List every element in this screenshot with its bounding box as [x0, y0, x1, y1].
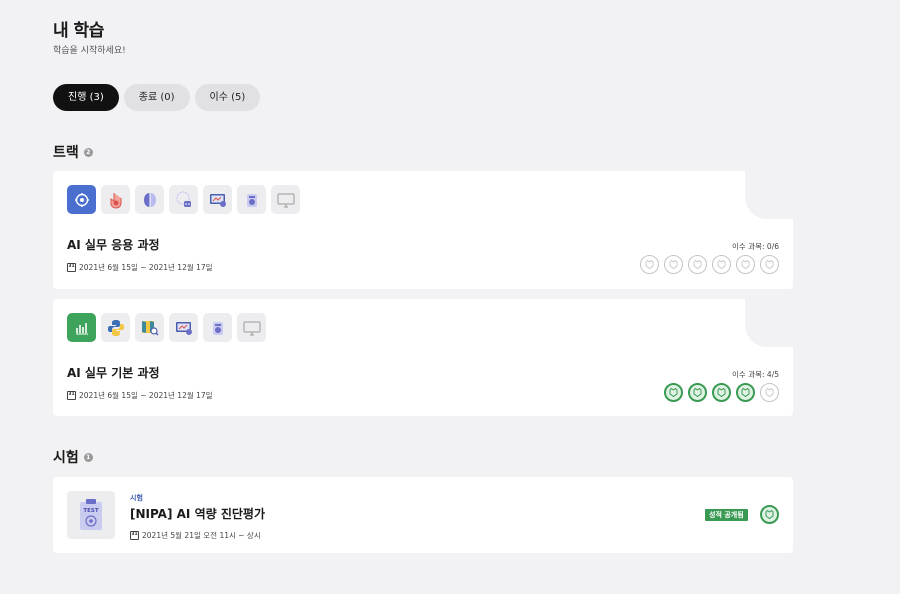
monitor-chart-icon[interactable]: [169, 313, 198, 342]
page-title: 내 학습: [53, 21, 104, 41]
exam-date: 31 2021년 5월 21일 오전 11시 ~ 상시: [130, 530, 261, 541]
track-card-applied[interactable]: AI 실무 응용 과정 31 2021년 6월 15일 ~ 2021년 12월 …: [53, 171, 793, 289]
page-subtitle: 학습을 시작하세요!: [53, 46, 126, 56]
tracks-count-badge: 2: [83, 147, 93, 157]
track-title[interactable]: AI 실무 응용 과정: [67, 236, 160, 253]
monitor-icon[interactable]: [271, 185, 300, 214]
track-course-icons: [67, 313, 266, 342]
monitor-chart-icon[interactable]: [203, 185, 232, 214]
track-course-icons: [67, 185, 300, 214]
badge-icon-earned: [664, 383, 683, 402]
track-date-text: 2021년 6월 15일 ~ 2021년 12월 17일: [79, 263, 213, 272]
track-date-text: 2021년 6월 15일 ~ 2021년 12월 17일: [79, 391, 213, 400]
brain-icon[interactable]: [135, 185, 164, 214]
badge-icon-earned: [736, 383, 755, 402]
tab-ended[interactable]: 종료 (0): [123, 84, 190, 111]
map-search-icon[interactable]: [135, 313, 164, 342]
test-clipboard-icon: TEST: [80, 499, 102, 530]
brain-chip-icon[interactable]: [67, 185, 96, 214]
track-date: 31 2021년 6월 15일 ~ 2021년 12월 17일: [67, 390, 213, 401]
badge-icon-earned: [712, 383, 731, 402]
exam-title[interactable]: [NIPA] AI 역량 진단평가: [130, 505, 265, 522]
status-tabs: 진행 (3) 종료 (0) 이수 (5): [53, 84, 261, 111]
hand-robot-icon[interactable]: [101, 185, 130, 214]
badge-icon: [640, 255, 659, 274]
exam-thumbnail: TEST: [67, 491, 115, 539]
robot-icon[interactable]: [237, 185, 266, 214]
completion-badges: [664, 383, 779, 402]
calendar-icon: 31: [67, 391, 76, 400]
calendar-icon: 31: [130, 531, 139, 540]
completion-count: 이수 과목: 4/5: [732, 370, 779, 379]
exams-count-badge: 1: [83, 452, 93, 462]
badge-icon-earned: [688, 383, 707, 402]
badge-icon-earned: [760, 505, 779, 524]
exam-card[interactable]: TEST 시험 [NIPA] AI 역량 진단평가 31 2021년 5월 21…: [53, 477, 793, 553]
tracks-section-title: 트랙 2: [53, 142, 93, 162]
exams-section-title: 시험 1: [53, 447, 93, 467]
bar-chart-icon[interactable]: [67, 313, 96, 342]
completion-badges: [640, 255, 779, 274]
badge-icon: [688, 255, 707, 274]
track-card-basic[interactable]: AI 실무 기본 과정 31 2021년 6월 15일 ~ 2021년 12월 …: [53, 299, 793, 416]
tab-in-progress[interactable]: 진행 (3): [53, 84, 119, 111]
badge-icon: [760, 255, 779, 274]
exams-title: 시험: [53, 450, 79, 466]
exam-thumb-text: TEST: [83, 508, 98, 514]
exam-kind-label: 시험: [130, 494, 143, 502]
tab-completed[interactable]: 이수 (5): [194, 84, 261, 111]
calendar-icon: 31: [67, 263, 76, 272]
neural-robot-icon[interactable]: [169, 185, 198, 214]
track-date: 31 2021년 6월 15일 ~ 2021년 12월 17일: [67, 262, 213, 273]
track-title[interactable]: AI 실무 기본 과정: [67, 364, 160, 381]
exam-date-text: 2021년 5월 21일 오전 11시 ~ 상시: [142, 531, 261, 540]
badge-icon: [664, 255, 683, 274]
python-icon[interactable]: [101, 313, 130, 342]
badge-icon: [760, 383, 779, 402]
tracks-title: 트랙: [53, 145, 79, 161]
robot-icon[interactable]: [203, 313, 232, 342]
completion-count: 이수 과목: 0/6: [732, 242, 779, 251]
card-corner-decoration: [745, 171, 793, 219]
status-badge: 성적 공개됨: [705, 509, 748, 521]
badge-icon: [736, 255, 755, 274]
badge-icon: [712, 255, 731, 274]
monitor-icon[interactable]: [237, 313, 266, 342]
card-corner-decoration: [745, 299, 793, 347]
